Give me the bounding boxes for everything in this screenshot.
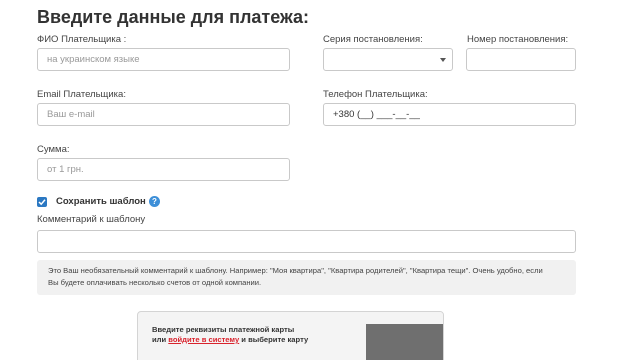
- number-input[interactable]: [466, 48, 576, 71]
- email-input[interactable]: Ваш e-mail: [37, 103, 290, 126]
- email-label: Email Плательщика:: [37, 89, 126, 100]
- save-template-checkbox[interactable]: [37, 197, 47, 207]
- hint-line-2: Вы будете оплачивать несколько счетов от…: [48, 278, 262, 287]
- card-prompt-suffix: и выберите карту: [239, 335, 309, 344]
- checkmark-icon: [38, 199, 46, 206]
- card-widget-preview: [366, 324, 443, 360]
- save-template-label[interactable]: Сохранить шаблон: [56, 196, 146, 207]
- login-link[interactable]: войдите в систему: [168, 335, 239, 344]
- card-prompt-line-1: Введите реквизиты платежной карты: [152, 325, 295, 334]
- phone-value: +380 (__) ___-__-__: [333, 109, 420, 120]
- fio-placeholder: на украинском языке: [47, 54, 140, 65]
- fio-label: ФИО Плательщика :: [37, 34, 127, 45]
- amount-label: Сумма:: [37, 144, 70, 155]
- card-widget-header: [366, 312, 443, 324]
- fio-input[interactable]: на украинском языке: [37, 48, 290, 71]
- number-label: Номер постановления:: [467, 34, 569, 45]
- email-placeholder: Ваш e-mail: [47, 109, 95, 120]
- card-prompt-line-2: или войдите в систему и выберите карту: [152, 335, 308, 345]
- hint-line-1: Это Ваш необязательный комментарий к шаб…: [48, 266, 543, 275]
- series-label: Серия постановления:: [323, 34, 423, 45]
- series-select[interactable]: [323, 48, 453, 71]
- phone-input[interactable]: +380 (__) ___-__-__: [323, 103, 576, 126]
- page-title: Введите данные для платежа:: [37, 7, 309, 27]
- card-prompt-panel: Введите реквизиты платежной карты или во…: [137, 311, 444, 360]
- comment-input[interactable]: [37, 230, 576, 253]
- amount-input[interactable]: от 1 грн.: [37, 158, 290, 181]
- amount-placeholder: от 1 грн.: [47, 164, 84, 175]
- question-circle-icon[interactable]: ?: [149, 196, 160, 207]
- card-prompt-prefix: или: [152, 335, 169, 344]
- card-prompt-text: Введите реквизиты платежной карты или во…: [152, 325, 308, 345]
- comment-hint: Это Ваш необязательный комментарий к шаб…: [37, 260, 576, 295]
- phone-label: Телефон Плательщика:: [323, 89, 428, 100]
- chevron-down-icon: [440, 58, 446, 62]
- comment-label: Комментарий к шаблону: [37, 214, 146, 225]
